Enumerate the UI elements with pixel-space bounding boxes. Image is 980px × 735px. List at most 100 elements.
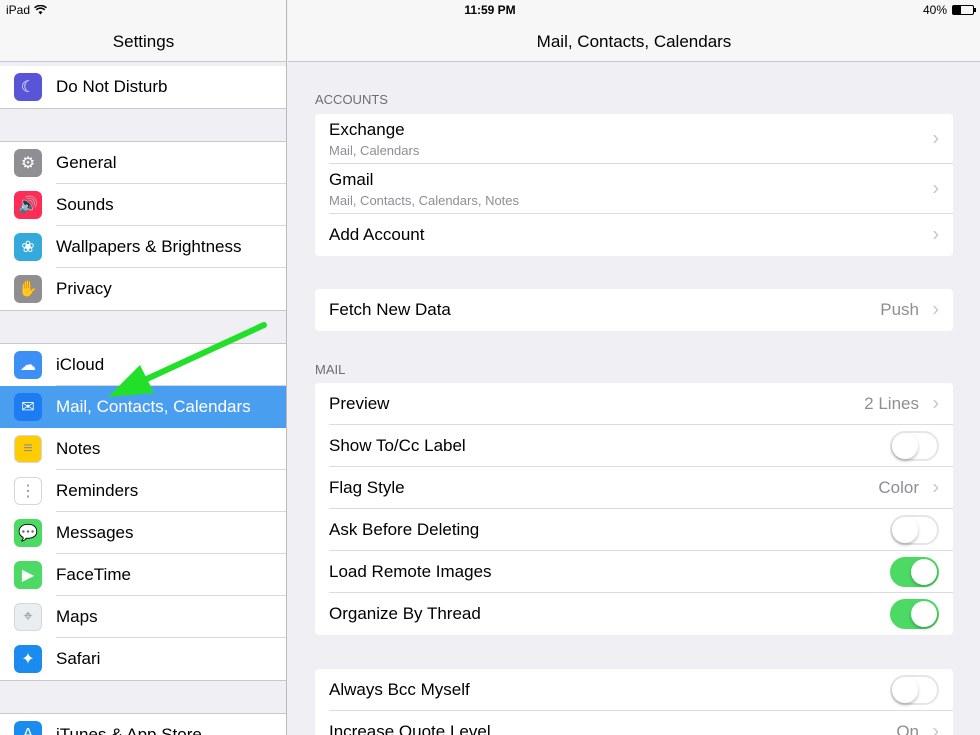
battery-percent: 40% [922,3,947,17]
add-account-row[interactable]: Add Account › [315,214,953,256]
increase-quote-level-label: Increase Quote Level [329,722,491,735]
list-icon: ⋮ [14,477,42,505]
sidebar-item-speaker[interactable]: 🔊 Sounds [0,184,286,226]
moon-icon: ☾ [14,73,42,101]
toggle-knob [892,677,918,703]
load-remote-images-row: Load Remote Images [315,551,953,593]
cloud-icon: ☁ [14,351,42,379]
battery-fill [953,6,961,14]
chevron-right-icon: › [932,223,939,246]
message-bubble-icon: 💬 [14,519,42,547]
sidebar-item-video-camera[interactable]: ▶ FaceTime [0,554,286,596]
compass-icon: ✦ [14,645,42,673]
group-separator [0,680,286,681]
gear-icon: ⚙ [14,149,42,177]
video-camera-icon: ▶ [14,561,42,589]
sidebar-item-list[interactable]: ⋮ Reminders [0,470,286,512]
chevron-right-icon: › [932,720,939,735]
group-separator [0,310,286,311]
preview-value: 2 Lines [864,394,919,413]
hand-icon: ✋ [14,275,42,303]
flag-style-label: Flag Style [329,478,405,497]
fetch-new-data-row[interactable]: Fetch New Data Push › [315,289,953,331]
sidebar-title: Settings [112,32,175,51]
sidebar-item-label: Mail, Contacts, Calendars [56,397,251,416]
account-gmail[interactable]: Gmail Mail, Contacts, Calendars, Notes › [315,164,953,214]
sidebar-item-label: Maps [56,607,98,626]
show-to-cc-label: Show To/Cc Label [329,436,466,455]
map-icon: ⌖ [14,603,42,631]
chevron-right-icon: › [932,177,939,200]
sidebar-item-compass[interactable]: ✦ Safari [0,638,286,680]
accounts-card: Exchange Mail, Calendars › Gmail Mail, C… [315,114,953,256]
sidebar-item-message-bubble[interactable]: 💬 Messages [0,512,286,554]
sidebar-item-label: FaceTime [56,565,131,584]
sidebar-item-label: Do Not Disturb [56,77,168,96]
sidebar-item-moon[interactable]: ☾ Do Not Disturb [0,66,286,108]
sidebar-item-map[interactable]: ⌖ Maps [0,596,286,638]
account-subtitle: Mail, Calendars [329,143,420,158]
flag-style-row[interactable]: Flag Style Color › [315,467,953,509]
fetch-card: Fetch New Data Push › [315,289,953,331]
add-account-label: Add Account [329,225,425,244]
toggle-knob [911,559,937,585]
sidebar-item-envelope[interactable]: ✉ Mail, Contacts, Calendars [0,386,286,428]
settings-sidebar: Settings ☾ Do Not Disturb ⚙ General 🔊 Sounds ❀… [0,0,287,735]
app-store-icon: A [14,721,42,735]
organize-by-thread-label: Organize By Thread [329,604,481,623]
flag-style-value: Color [878,478,919,497]
sidebar-item-label: General [56,153,117,172]
mail-section-header: MAIL [315,362,346,377]
battery-icon [952,5,976,15]
always-bcc-toggle[interactable] [890,675,939,705]
envelope-icon: ✉ [14,393,42,421]
account-title: Gmail [329,170,374,189]
toggle-knob [892,433,918,459]
sidebar-item-label: Messages [56,523,134,542]
sidebar-item-app-store[interactable]: AiTunes & App Store [0,714,286,735]
chevron-right-icon: › [932,476,939,499]
flower-icon: ❀ [14,233,42,261]
increase-quote-level-value: On [896,722,919,735]
sidebar-item-label: iCloud [56,355,105,374]
load-remote-images-label: Load Remote Images [329,562,492,581]
ask-before-deleting-toggle[interactable] [890,515,939,545]
preview-row[interactable]: Preview 2 Lines › [315,383,953,425]
increase-quote-level-row[interactable]: Increase Quote Level On › [315,711,953,735]
ask-before-deleting-label: Ask Before Deleting [329,520,480,539]
sidebar-item-label: Sounds [56,195,114,214]
status-time: 11:59 PM [464,3,516,17]
mail-card: Preview 2 Lines › Show To/Cc Label Flag … [315,383,953,635]
more-mail-card: Always Bcc Myself Increase Quote Level O… [315,669,953,735]
always-bcc-row: Always Bcc Myself [315,669,953,711]
sidebar-item-gear[interactable]: ⚙ General [0,142,286,184]
sidebar-item-label: iTunes & App Store [56,725,202,735]
organize-by-thread-row: Organize By Thread [315,593,953,635]
ask-before-deleting-row: Ask Before Deleting [315,509,953,551]
account-exchange[interactable]: Exchange Mail, Calendars › [315,114,953,164]
accounts-section-header: ACCOUNTS [315,92,388,107]
status-right: 40% [922,3,976,17]
chevron-right-icon: › [932,127,939,150]
toggle-knob [911,601,937,627]
load-remote-images-toggle[interactable] [890,557,939,587]
sidebar-item-label: Reminders [56,481,139,500]
always-bcc-label: Always Bcc Myself [329,680,470,699]
sidebar-item-label: Wallpapers & Brightness [56,237,242,256]
sidebar-item-flower[interactable]: ❀ Wallpapers & Brightness [0,226,286,268]
sidebar-item-hand[interactable]: ✋ Privacy [0,268,286,310]
group-separator [0,108,286,109]
sidebar-item-label: Safari [56,649,101,668]
detail-title: Mail, Contacts, Calendars [536,32,732,51]
sidebar-item-cloud[interactable]: ☁ iCloud [0,344,286,386]
account-subtitle: Mail, Contacts, Calendars, Notes [329,193,520,208]
toggle-knob [892,517,918,543]
sidebar-item-label: Notes [56,439,101,458]
show-to-cc-row: Show To/Cc Label [315,425,953,467]
sidebar-item-label: Privacy [56,279,112,298]
show-to-cc-toggle[interactable] [890,431,939,461]
fetch-label: Fetch New Data [329,300,451,319]
organize-by-thread-toggle[interactable] [890,599,939,629]
sidebar-item-notes[interactable]: ≡ Notes [0,428,286,470]
chevron-right-icon: › [932,392,939,415]
